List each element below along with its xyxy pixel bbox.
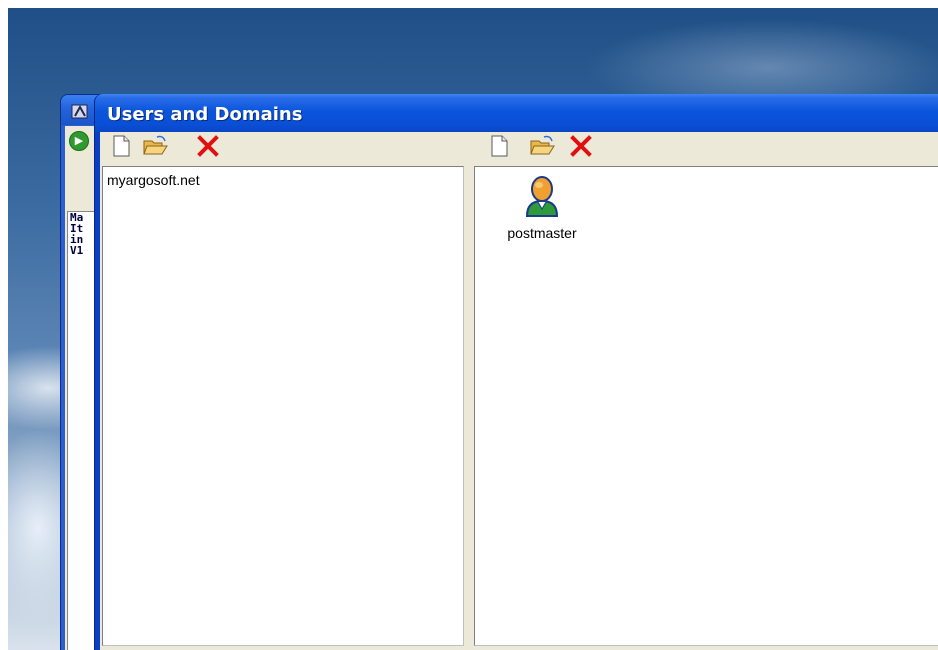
new-document-icon xyxy=(112,135,130,161)
user-label: postmaster xyxy=(507,225,577,241)
window-titlebar[interactable]: Users and Domains xyxy=(95,94,938,132)
delete-domain-button[interactable] xyxy=(195,135,221,161)
new-domain-button[interactable] xyxy=(108,135,134,161)
users-list[interactable]: postmaster xyxy=(474,166,938,646)
users-and-domains-window: Users and Domains myargosoft.net postmas… xyxy=(94,94,938,650)
start-server-icon[interactable]: ▶ xyxy=(69,131,89,151)
window-client-area: myargosoft.net postmaster xyxy=(100,132,938,650)
window-title: Users and Domains xyxy=(107,104,303,125)
open-domain-button[interactable] xyxy=(143,135,169,161)
new-document-icon xyxy=(490,135,508,161)
domain-item[interactable]: myargosoft.net xyxy=(107,172,200,188)
desktop: ▶ Ma It in V1 Users and Domains myargoso… xyxy=(8,8,938,650)
new-user-button[interactable] xyxy=(486,135,512,161)
delete-x-icon xyxy=(570,135,592,161)
open-user-button[interactable] xyxy=(530,135,556,161)
delete-user-button[interactable] xyxy=(568,135,594,161)
user-item-postmaster[interactable]: postmaster xyxy=(497,173,587,241)
app-icon xyxy=(71,103,89,125)
domains-list[interactable]: myargosoft.net xyxy=(102,166,464,646)
delete-x-icon xyxy=(197,135,219,161)
open-folder-icon xyxy=(143,135,169,161)
open-folder-icon xyxy=(530,135,556,161)
user-icon xyxy=(522,176,562,221)
